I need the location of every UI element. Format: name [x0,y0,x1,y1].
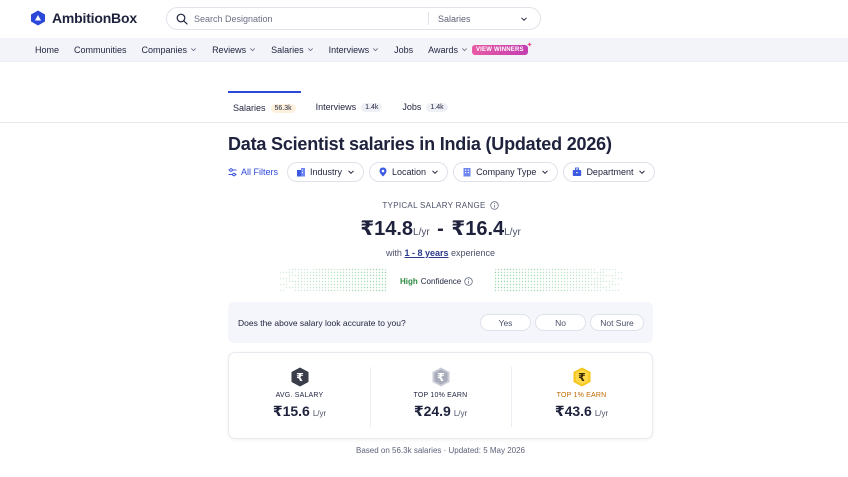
info-icon[interactable] [489,201,499,210]
rupee-coin-icon: ₹ [573,367,590,387]
confidence-level: High [400,277,418,286]
stat-avg-salary: ₹ AVG. SALARY ₹15.6 L/yr [229,353,370,438]
stat-label: TOP 10% EARN [413,392,468,399]
nav-item-reviews[interactable]: Reviews [212,45,256,55]
feedback-yes-button[interactable]: Yes [480,314,531,331]
chevron-down-icon[interactable] [520,15,528,23]
office-icon [463,168,471,177]
filter-company-type[interactable]: Company Type [453,162,559,182]
search-divider [428,12,429,25]
salary-min: ₹14.8 [360,218,414,240]
salary-range-values: ₹14.8L/yr - ₹16.4L/yr [228,216,653,241]
data-footnote: Based on 56.3k salaries · Updated: 5 May… [356,446,525,455]
rupee-coin-icon: ₹ [432,367,449,387]
chevron-down-icon [307,48,313,52]
search-category-select[interactable]: Salaries [438,14,518,24]
filter-industry[interactable]: Industry [287,162,365,182]
tab-count-badge: 56.3k [270,103,296,113]
rupee-coin-icon: ₹ [291,367,308,387]
stat-value: ₹24.9 L/yr [413,403,468,419]
page-title: Data Scientist salaries in India (Update… [228,134,612,154]
chevron-down-icon [639,170,646,175]
view-winners-badge[interactable]: VIEW WINNERS ✦ [471,42,533,55]
top-header: AmbitionBox Salaries [0,0,848,38]
nav-item-jobs[interactable]: Jobs [394,45,413,55]
info-icon[interactable] [464,277,473,286]
experience-range-link[interactable]: 1 - 8 years [404,248,448,258]
salary-range-label: TYPICAL SALARY RANGE [228,201,653,210]
chevron-down-icon [373,48,379,52]
salary-stats-card: ₹ AVG. SALARY ₹15.6 L/yr ₹ TOP 10% EARN ₹… [228,352,653,439]
stat-value: ₹15.6 L/yr [272,403,327,419]
filter-sliders-icon [228,167,237,176]
nav-item-companies[interactable]: Companies [142,45,198,55]
salary-feedback-box: Does the above salary look accurate to y… [228,302,653,343]
tab-count-badge: 1.4k [361,102,383,112]
tab-interviews[interactable]: Interviews 1.4k [311,91,388,123]
feedback-no-button[interactable]: No [535,314,586,331]
logo[interactable]: AmbitionBox [30,10,137,26]
stat-label: AVG. SALARY [275,392,324,399]
search-input[interactable] [194,13,424,24]
sparkle-icon: ✦ [526,41,533,49]
nav-item-communities[interactable]: Communities [74,45,127,55]
nav-item-awards[interactable]: Awards VIEW WINNERS ✦ [428,42,533,55]
search-icon [176,13,188,25]
location-pin-icon [379,167,387,177]
svg-text:₹: ₹ [296,371,304,384]
feedback-not-sure-button[interactable]: Not Sure [590,314,644,331]
stat-top-10: ₹ TOP 10% EARN ₹24.9 L/yr [370,353,511,438]
logo-text: AmbitionBox [52,10,137,26]
content-tabs: Salaries 56.3k Interviews 1.4k Jobs 1.4k [228,91,463,123]
building-icon [297,168,306,177]
svg-text:₹: ₹ [578,371,586,384]
nav-item-salaries[interactable]: Salaries [271,45,314,55]
chevron-down-icon [461,48,467,52]
main-nav: Home Communities Companies Reviews Salar… [0,38,848,62]
chevron-down-icon [542,170,549,175]
svg-text:₹: ₹ [437,371,445,384]
experience-text: with 1 - 8 years experience [385,248,496,258]
confidence-dots-right [494,268,623,292]
filter-bar: All Filters Industry Location Company Ty… [228,162,660,182]
stat-top-1: ₹ TOP 1% EARN ₹43.6 L/yr [511,353,652,438]
stat-value: ₹43.6 L/yr [554,403,609,419]
nav-item-interviews[interactable]: Interviews [329,45,380,55]
tab-count-badge: 1.4k [426,102,448,112]
tab-salaries[interactable]: Salaries 56.3k [228,91,301,123]
confidence-indicator: High Confidence [400,277,473,286]
chevron-down-icon [191,48,197,52]
range-dash: - [437,218,444,240]
salary-max: ₹16.4 [451,218,505,240]
briefcase-icon [573,167,582,176]
tab-jobs[interactable]: Jobs 1.4k [397,91,452,123]
search-bar[interactable]: Salaries [166,7,541,30]
confidence-dots-left [279,268,387,292]
feedback-question: Does the above salary look accurate to y… [238,317,406,328]
nav-item-home[interactable]: Home [35,45,59,55]
stat-label: TOP 1% EARN [556,392,607,399]
filter-location[interactable]: Location [369,162,449,182]
filter-department[interactable]: Department [563,162,656,182]
chevron-down-icon [348,170,354,175]
salary-unit: L/yr [504,227,521,238]
chevron-down-icon [250,48,256,52]
chevron-down-icon [432,170,438,175]
all-filters-button[interactable]: All Filters [228,167,278,177]
salary-unit: L/yr [413,227,430,238]
ambitionbox-logo-icon [31,10,45,26]
